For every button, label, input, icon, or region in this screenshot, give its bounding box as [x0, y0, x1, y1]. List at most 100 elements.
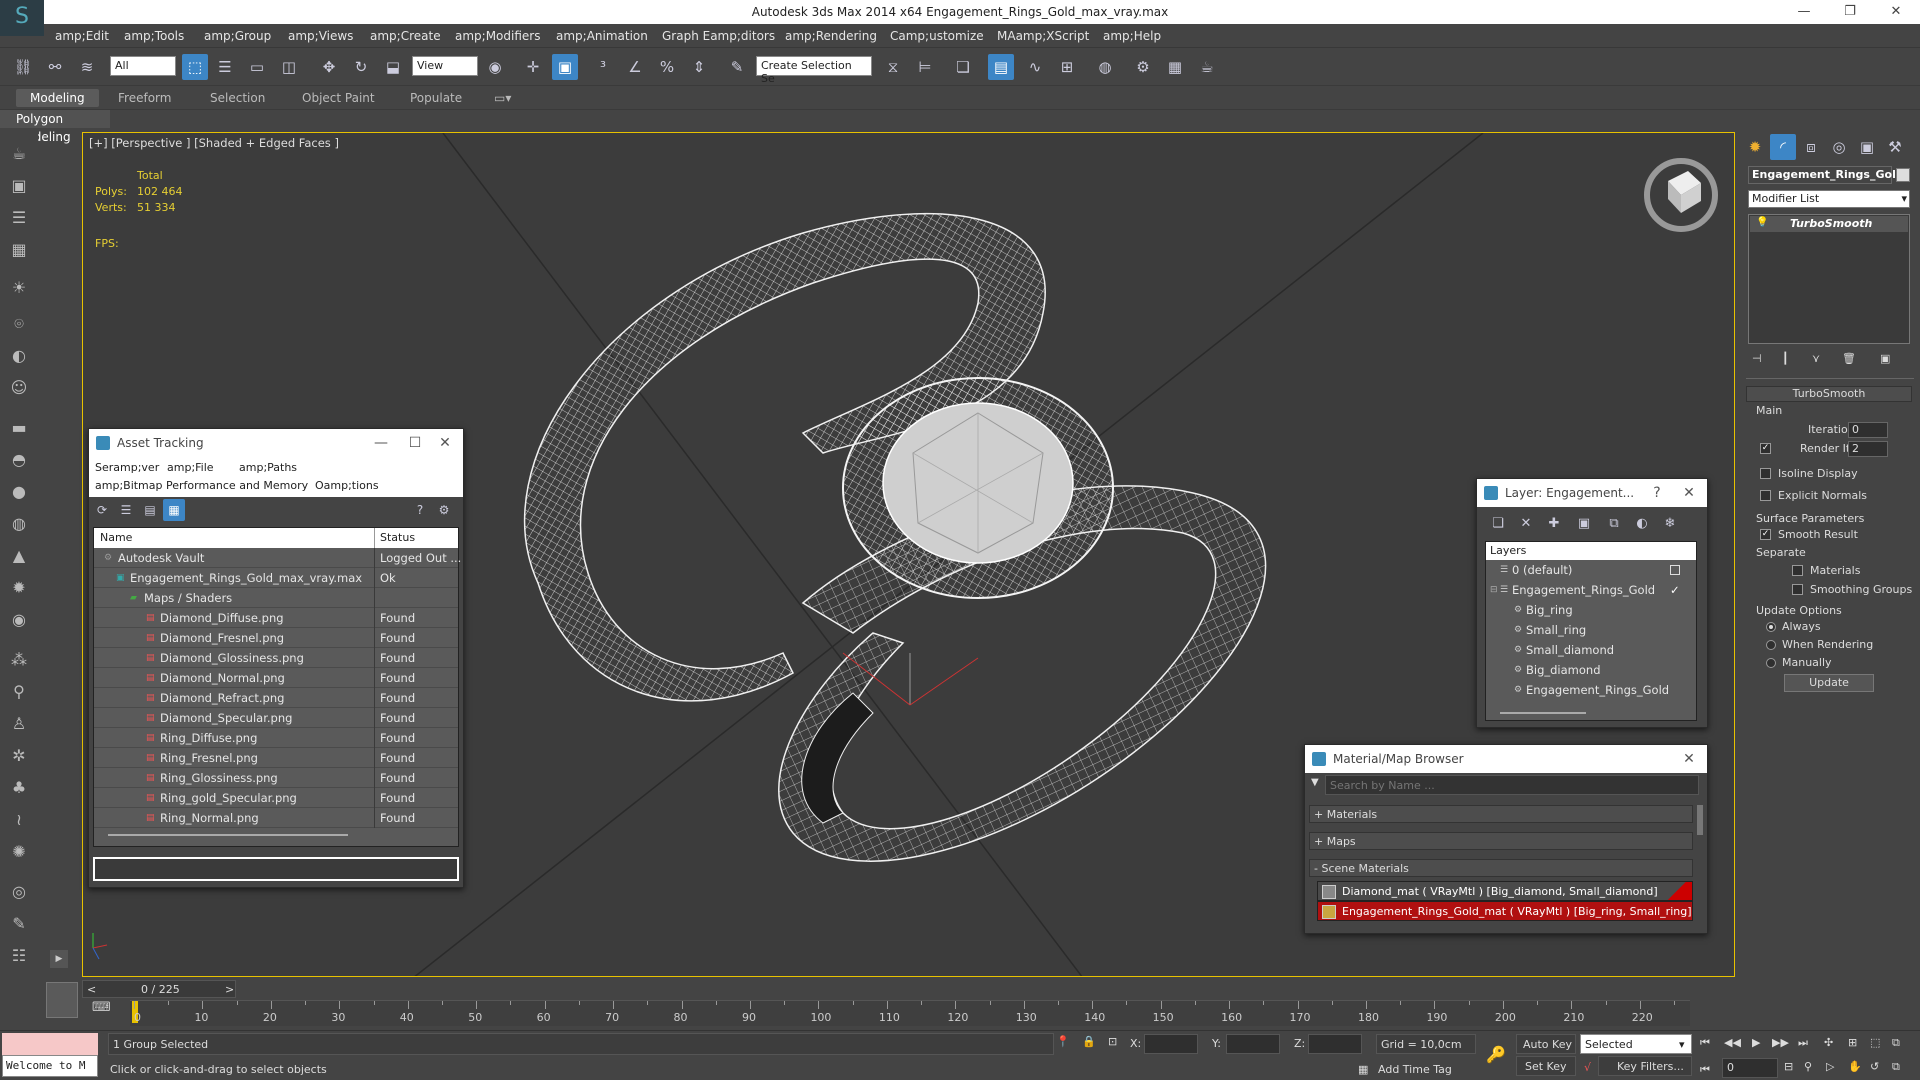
current-frame-field[interactable]: 0: [1722, 1058, 1778, 1078]
grid-icon[interactable]: ▦: [6, 238, 32, 262]
torus-icon[interactable]: ◉: [6, 608, 32, 632]
render-iters-checkbox[interactable]: ✓: [1760, 443, 1771, 454]
edit-named-selection-icon[interactable]: ✎: [724, 54, 750, 80]
select-layer-objects-icon[interactable]: ▣: [1571, 511, 1597, 537]
material-item-diamond[interactable]: Diamond_mat ( VRayMtl ) [Big_diamond, Sm…: [1317, 881, 1693, 901]
curve-editor-icon[interactable]: ∿: [1022, 54, 1048, 80]
menu-customize[interactable]: Camp;ustomize: [890, 29, 984, 43]
layer-titlebar[interactable]: Layer: Engagement... ? ✕: [1477, 479, 1707, 507]
schematic-view-icon[interactable]: ⊞: [1054, 54, 1080, 80]
delete-layer-icon[interactable]: ✕: [1513, 511, 1539, 537]
y-coordinate-field[interactable]: [1226, 1034, 1280, 1054]
iterations-spinner[interactable]: 0: [1848, 422, 1888, 438]
expand-arrow-icon[interactable]: ▶: [50, 950, 68, 968]
menu-help[interactable]: amp;Help: [1103, 29, 1161, 43]
bone-icon[interactable]: ⚲: [6, 680, 32, 704]
select-manipulate-icon[interactable]: ✛: [520, 54, 546, 80]
isoline-checkbox[interactable]: [1760, 468, 1771, 479]
padlock-icon[interactable]: 🔒: [1082, 1035, 1096, 1048]
menu-maxscript[interactable]: MAamp;XScript: [997, 29, 1089, 43]
track-bar[interactable]: 0 10 20 30 40 50 60 70 80 90 100 110 120 130 140 150 160…: [130, 1000, 1690, 1026]
tab-selection[interactable]: Selection: [196, 89, 279, 107]
asset-row[interactable]: ▤ Diamond_Normal.png Found: [94, 668, 458, 688]
asset-row[interactable]: ▤ Ring_Glossiness.png Found: [94, 768, 458, 788]
polygon-modeling-tab[interactable]: Polygon Modeling: [0, 110, 110, 144]
geo-sphere-icon[interactable]: ◍: [6, 512, 32, 536]
select-object-icon[interactable]: ⬚: [182, 54, 208, 80]
bulb-icon[interactable]: 💡: [1756, 217, 1768, 228]
link-icon[interactable]: ⛓: [10, 54, 36, 80]
maxscript-listener[interactable]: [2, 1033, 98, 1055]
sphere-icon[interactable]: ●: [6, 480, 32, 504]
rotate-icon[interactable]: ↻: [348, 54, 374, 80]
menu-options[interactable]: Oamp;tions: [315, 479, 379, 492]
object-color-swatch[interactable]: [1896, 168, 1910, 182]
rectangular-selection-icon[interactable]: ▭: [244, 54, 270, 80]
lock-selection-icon[interactable]: 📍: [1056, 1035, 1070, 1048]
previous-frame-icon[interactable]: ◀◀: [1724, 1036, 1741, 1049]
layer-row[interactable]: ☰ 0 (default): [1486, 560, 1696, 580]
people-icon[interactable]: ☺: [6, 376, 32, 400]
asset-row[interactable]: ▤ Ring_Fresnel.png Found: [94, 748, 458, 768]
next-frame-icon[interactable]: ▶▶: [1772, 1036, 1789, 1049]
create-tab-icon[interactable]: ✹: [1742, 134, 1768, 160]
app-logo-icon[interactable]: S: [0, 0, 44, 36]
view-cube[interactable]: [1644, 158, 1718, 232]
update-button[interactable]: Update: [1784, 674, 1874, 692]
scene-list-icon[interactable]: ☰: [6, 206, 32, 230]
minimize-icon[interactable]: —: [367, 429, 395, 457]
asset-row[interactable]: ▤ Diamond_Refract.png Found: [94, 688, 458, 708]
cone-icon[interactable]: ▲: [6, 544, 32, 568]
time-slider-prev-icon[interactable]: <: [87, 983, 96, 996]
modifier-list-dropdown[interactable]: Modifier List ▾: [1748, 190, 1910, 208]
asset-row[interactable]: ▤ Ring_Normal.png Found: [94, 808, 458, 828]
mini-curve-editor-icon[interactable]: [46, 982, 78, 1018]
pan-icon[interactable]: ✋: [1848, 1060, 1862, 1073]
freeze-all-icon[interactable]: ❄: [1657, 511, 1683, 537]
add-to-layer-icon[interactable]: ✚: [1541, 511, 1567, 537]
menu-graph-editors[interactable]: Graph Eamp;ditors: [662, 29, 775, 43]
zoom-extents-icon[interactable]: ✣: [1824, 1036, 1833, 1049]
render-production-icon[interactable]: ☕: [1194, 54, 1220, 80]
teapot-icon[interactable]: ☕: [6, 142, 32, 166]
tab-modeling[interactable]: Modeling: [16, 89, 99, 107]
time-config-icon[interactable]: ⊟: [1784, 1060, 1793, 1073]
search-options-icon[interactable]: ▼: [1311, 777, 1319, 788]
maximize-viewport-icon[interactable]: ⧉: [1892, 1036, 1900, 1050]
column-status[interactable]: Status: [380, 531, 415, 544]
material-search-input[interactable]: [1325, 775, 1699, 795]
layer-row[interactable]: ⚙ Big_diamond: [1486, 660, 1696, 680]
settings-icon[interactable]: ⚙: [433, 499, 455, 521]
layer-row[interactable]: ⊟ ☰ Engagement_Rings_Gold ✓: [1486, 580, 1696, 600]
auto-key-button[interactable]: Auto Key: [1516, 1034, 1576, 1054]
object-name-field[interactable]: Engagement_Rings_Gold: [1748, 166, 1904, 184]
material-browser-titlebar[interactable]: Material/Map Browser ✕: [1305, 745, 1707, 773]
sun-icon[interactable]: ✹: [6, 576, 32, 600]
asset-row[interactable]: ▤ Ring_gold_Specular.png Found: [94, 788, 458, 808]
material-item-gold[interactable]: Engagement_Rings_Gold_mat ( VRayMtl ) [B…: [1317, 901, 1693, 921]
time-slider[interactable]: < 0 / 225 >: [82, 980, 236, 998]
layer-row[interactable]: ⚙ Engagement_Rings_Gold: [1486, 680, 1696, 700]
z-coordinate-field[interactable]: [1308, 1034, 1362, 1054]
maximize-button[interactable]: ❐: [1830, 0, 1870, 24]
play-icon[interactable]: ▶: [1752, 1036, 1760, 1049]
align-icon[interactable]: ⊨: [912, 54, 938, 80]
asset-tracking-titlebar[interactable]: Asset Tracking — ☐ ✕: [89, 429, 463, 457]
menu-bitmap-performance[interactable]: amp;Bitmap Performance and Memory: [95, 479, 308, 492]
bind-space-warp-icon[interactable]: ≋: [74, 54, 100, 80]
materials-section[interactable]: + Materials: [1309, 805, 1693, 823]
angle-snap-icon[interactable]: ∠: [622, 54, 648, 80]
light-icon[interactable]: ☀: [6, 276, 32, 300]
asset-path-field[interactable]: [93, 857, 459, 881]
snaps-toggle-icon[interactable]: ³: [590, 54, 616, 80]
selection-filter-dropdown[interactable]: All: [110, 56, 176, 76]
layer-row[interactable]: ⚙ Small_ring: [1486, 620, 1696, 640]
wheel-icon[interactable]: ✲: [6, 744, 32, 768]
globe-icon[interactable]: ◎: [6, 880, 32, 904]
menu-tools[interactable]: amp;Tools: [124, 29, 184, 43]
move-icon[interactable]: ✥: [316, 54, 342, 80]
materials-checkbox[interactable]: [1792, 565, 1803, 576]
scale-icon[interactable]: ⬓: [380, 54, 406, 80]
menu-animation[interactable]: amp;Animation: [556, 29, 648, 43]
minimize-button[interactable]: —: [1784, 0, 1824, 24]
